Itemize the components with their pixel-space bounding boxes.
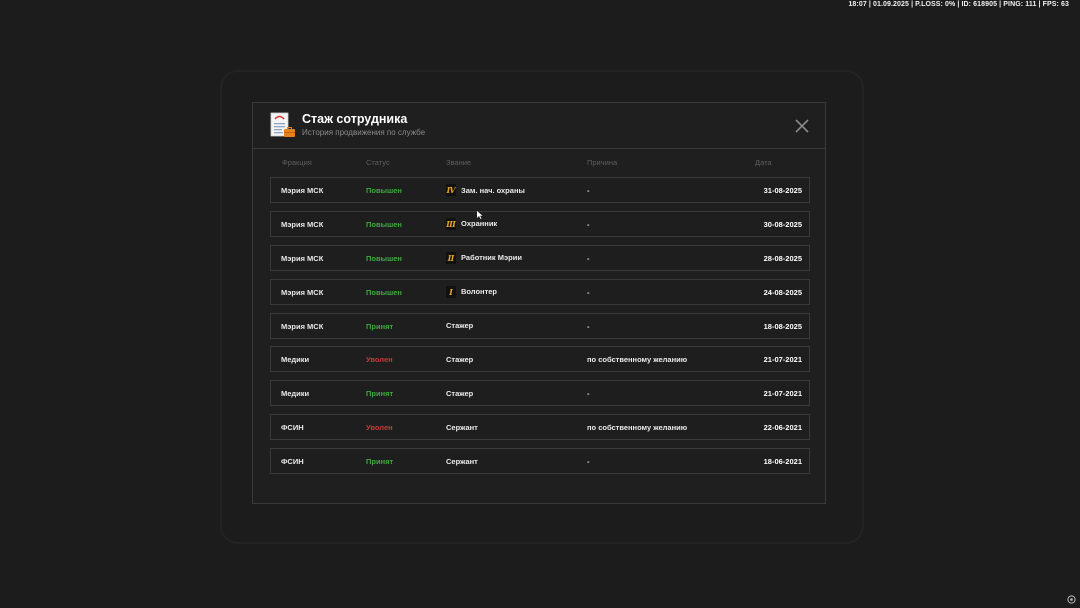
- row-date: 18-08-2025: [763, 321, 802, 331]
- row-faction: Мэрия МСК: [281, 219, 324, 229]
- row-rank-label: Охранник: [461, 219, 498, 229]
- close-icon[interactable]: [794, 118, 810, 134]
- column-date: Дата: [755, 158, 772, 167]
- row-date: 28-08-2025: [763, 253, 802, 263]
- mouse-cursor-icon: [477, 211, 483, 219]
- column-rank: Звание: [446, 158, 472, 167]
- rank-insignia-icon: Ⅳ: [446, 184, 456, 196]
- column-faction: Фракция: [282, 158, 312, 167]
- row-reason: -: [587, 219, 590, 229]
- row-faction: Мэрия МСК: [281, 253, 324, 263]
- column-reason: Причина: [587, 158, 618, 167]
- table-row[interactable]: Мэрия МСК Повышен Ⅳ Зам. нач. охраны - 31…: [270, 177, 810, 203]
- table-row[interactable]: Мэрия МСК Повышен Ⅰ Волонтер - 24-08-2025: [270, 278, 810, 305]
- row-faction: ФСИН: [281, 423, 304, 433]
- row-date: 24-08-2025: [763, 287, 802, 297]
- row-date: 31-08-2025: [763, 186, 802, 195]
- row-faction: Медики: [281, 389, 310, 399]
- row-rank: Ⅱ Работник Мэрии: [446, 251, 522, 265]
- document-icon: [270, 112, 295, 137]
- row-date: 18-06-2021: [763, 457, 802, 467]
- row-rank: Сержант: [446, 456, 478, 466]
- row-status: Повышен: [366, 219, 402, 229]
- table-row[interactable]: ФСИН Уволен Сержант по собственному жела…: [270, 414, 810, 441]
- row-rank: Ⅳ Зам. нач. охраны: [446, 183, 525, 197]
- row-reason: -: [587, 186, 590, 195]
- row-rank-label: Работник Мэрии: [461, 253, 522, 263]
- row-date: 21-07-2021: [763, 355, 802, 365]
- column-status: Статус: [366, 158, 390, 167]
- row-rank-label: Волонтер: [461, 287, 498, 297]
- row-status: Повышен: [366, 253, 402, 263]
- table-row[interactable]: Медики Принят Стажер - 21-07-2021: [270, 380, 810, 407]
- table-row[interactable]: Медики Уволен Стажер по собственному жел…: [270, 346, 810, 373]
- history-table: Мэрия МСК Повышен Ⅳ Зам. нач. охраны - 31…: [270, 177, 810, 482]
- row-rank: Сержант: [446, 422, 478, 432]
- row-status: Уволен: [366, 355, 393, 365]
- table-row[interactable]: Мэрия МСК Повышен Ⅲ Охранник - 30-08-2025: [270, 210, 810, 237]
- row-status: Принят: [366, 389, 394, 399]
- row-faction: Мэрия МСК: [281, 186, 324, 195]
- rank-insignia-icon: Ⅰ: [446, 285, 456, 298]
- row-reason: по собственному желанию: [587, 355, 688, 365]
- row-faction: Мэрия МСК: [281, 321, 324, 331]
- row-reason: -: [587, 287, 590, 297]
- row-date: 21-07-2021: [763, 389, 802, 399]
- row-rank: Стажер: [446, 321, 474, 331]
- table-header: Фракция Статус Звание Причина Дата: [270, 158, 810, 168]
- row-rank-label: Зам. нач. охраны: [461, 185, 525, 195]
- table-row[interactable]: Мэрия МСК Принят Стажер - 18-08-2025: [270, 312, 810, 339]
- row-rank: Стажер: [446, 388, 474, 398]
- rank-insignia-icon: Ⅲ: [446, 217, 456, 230]
- hud-status-bar: 18:07 | 01.09.2025 | P.LOSS: 0% | ID: 61…: [848, 1, 1069, 8]
- row-status: Уволен: [366, 423, 393, 433]
- row-reason: -: [587, 389, 590, 399]
- row-faction: ФСИН: [281, 457, 304, 467]
- row-rank: Ⅰ Волонтер: [446, 285, 497, 299]
- row-faction: Мэрия МСК: [281, 287, 324, 297]
- row-status: Принят: [366, 457, 394, 467]
- row-date: 22-06-2021: [763, 423, 802, 433]
- table-row[interactable]: Мэрия МСК Повышен Ⅱ Работник Мэрии - 28-0…: [270, 244, 810, 271]
- row-reason: -: [587, 253, 590, 263]
- row-rank: Ⅲ Охранник: [446, 217, 497, 231]
- row-date: 30-08-2025: [763, 219, 802, 229]
- table-row[interactable]: ФСИН Принят Сержант - 18-06-2021: [270, 448, 810, 475]
- window-title: Стаж сотрудника: [302, 112, 408, 126]
- row-reason: -: [587, 457, 590, 467]
- window-header: Стаж сотрудника История продвижения по с…: [253, 103, 825, 149]
- row-status: Принят: [366, 321, 394, 331]
- row-status: Повышен: [366, 186, 402, 195]
- service-history-window: Стаж сотрудника История продвижения по с…: [252, 102, 826, 504]
- row-rank: Стажер: [446, 354, 474, 364]
- window-subtitle: История продвижения по службе: [302, 128, 426, 137]
- row-faction: Медики: [281, 355, 310, 365]
- row-reason: -: [587, 321, 590, 331]
- row-status: Повышен: [366, 287, 402, 297]
- row-reason: по собственному желанию: [587, 423, 688, 433]
- settings-icon[interactable]: [1067, 595, 1076, 604]
- rank-insignia-icon: Ⅱ: [446, 251, 456, 264]
